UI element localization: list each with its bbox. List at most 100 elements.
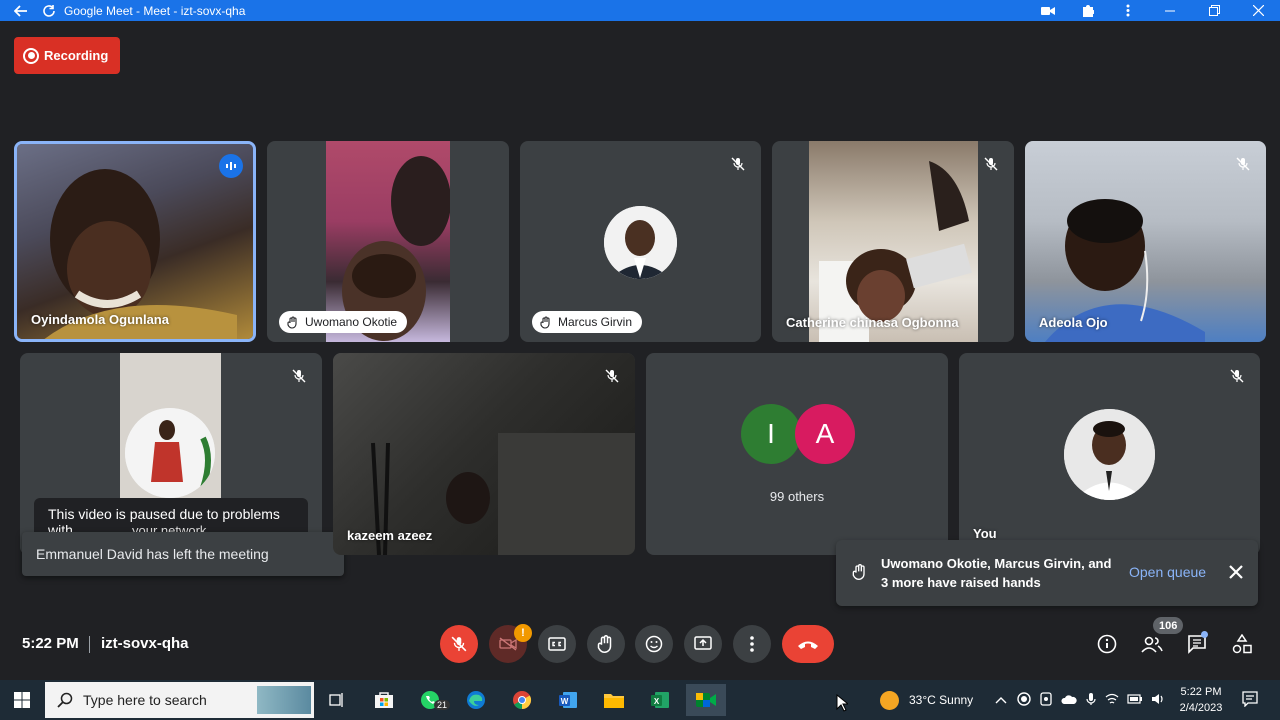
avatar	[125, 408, 215, 498]
store-icon[interactable]	[364, 684, 404, 716]
chrome-icon[interactable]	[502, 684, 542, 716]
meet-app-icon[interactable]	[686, 684, 726, 716]
left-meeting-toast: Emmanuel David has left the meeting	[22, 532, 344, 576]
file-explorer-icon[interactable]	[594, 684, 634, 716]
windows-start-icon[interactable]	[2, 684, 42, 716]
volume-icon[interactable]	[1151, 693, 1165, 708]
search-icon	[57, 692, 73, 708]
svg-text:X: X	[654, 697, 660, 706]
restore-icon[interactable]	[1192, 0, 1236, 21]
more-options-button[interactable]	[733, 625, 771, 663]
present-button[interactable]	[684, 625, 722, 663]
meeting-time: 5:22 PM	[22, 635, 79, 652]
whatsapp-icon[interactable]: 21	[410, 684, 451, 716]
avatar-letter: I	[741, 404, 801, 464]
avatar-letter: A	[795, 404, 855, 464]
open-queue-button[interactable]: Open queue	[1129, 564, 1206, 580]
recording-label: Recording	[44, 48, 109, 63]
mic-toggle-button[interactable]	[440, 625, 478, 663]
participant-name: You	[973, 526, 997, 541]
system-tray	[995, 680, 1165, 720]
recording-badge[interactable]: Recording	[14, 37, 120, 74]
taskbar-clock[interactable]: 5:22 PM 2/4/2023	[1176, 684, 1226, 716]
more-vert-icon[interactable]	[1108, 0, 1148, 21]
meet-window: Google Meet - Meet - izt-sovx-qha Record…	[0, 0, 1280, 720]
participant-video	[809, 141, 978, 342]
mic-off-icon	[601, 365, 623, 387]
minimize-icon[interactable]	[1148, 0, 1192, 21]
record-tray-icon[interactable]	[1017, 691, 1031, 709]
participant-video	[1025, 141, 1266, 342]
participant-tile[interactable]: Adeola Ojo	[1025, 141, 1266, 342]
participant-name: Adeola Ojo	[1039, 315, 1108, 330]
participant-tile[interactable]: kazeem azeez	[333, 353, 635, 555]
raised-hands-message: Uwomano Okotie, Marcus Girvin, and 3 mor…	[881, 556, 1112, 590]
avatar	[604, 206, 677, 279]
onedrive-icon[interactable]	[1061, 693, 1077, 708]
taskbar-date: 2/4/2023	[1179, 702, 1223, 714]
task-view-icon[interactable]	[317, 684, 357, 716]
weather-text: 33°C Sunny	[909, 693, 974, 707]
info-icon[interactable]	[1095, 632, 1119, 656]
wifi-icon[interactable]	[1105, 693, 1119, 708]
raised-hand-icon	[852, 563, 868, 586]
camera-icon[interactable]	[1028, 0, 1068, 21]
participant-name: Uwomano Okotie	[305, 315, 398, 329]
captions-button[interactable]	[538, 625, 576, 663]
windows-taskbar: Type here to search 21 W X 33°C Sunny 5:…	[0, 680, 1280, 720]
excel-icon[interactable]: X	[640, 684, 680, 716]
extensions-icon[interactable]	[1068, 0, 1108, 21]
camera-off-icon	[499, 637, 517, 651]
more-vert-icon	[750, 636, 754, 652]
participant-tile[interactable]: Uwomano Okotie	[267, 141, 509, 342]
reload-icon[interactable]	[42, 0, 56, 21]
title-bar: Google Meet - Meet - izt-sovx-qha	[0, 0, 1280, 21]
battery-icon[interactable]	[1127, 693, 1143, 707]
participant-name: Oyindamola Ogunlana	[31, 312, 169, 327]
participant-tile[interactable]: Marcus Girvin	[520, 141, 761, 342]
svg-text:W: W	[561, 697, 569, 706]
video-paused-toast: This video is paused due to problems wit…	[34, 498, 308, 534]
notifications-icon[interactable]	[1242, 691, 1258, 712]
taskbar-search[interactable]: Type here to search	[45, 682, 314, 718]
mic-tray-icon[interactable]	[1085, 692, 1097, 709]
mic-off-icon	[451, 636, 467, 652]
hang-up-icon	[798, 641, 818, 649]
participant-name: Marcus Girvin	[558, 315, 633, 329]
chevron-up-icon[interactable]	[995, 693, 1007, 707]
edge-icon[interactable]	[456, 684, 496, 716]
camera-alert-badge: !	[514, 624, 532, 642]
others-tile[interactable]: I A 99 others	[646, 353, 948, 555]
word-icon[interactable]: W	[548, 684, 588, 716]
speaking-indicator-icon	[219, 154, 243, 178]
close-icon[interactable]	[1226, 562, 1246, 587]
mic-off-icon	[288, 365, 310, 387]
camera-tray-icon[interactable]	[1039, 691, 1053, 709]
record-icon	[23, 47, 39, 64]
back-arrow-icon[interactable]	[14, 0, 28, 21]
window-title: Google Meet - Meet - izt-sovx-qha	[64, 3, 246, 18]
participant-tile[interactable]: Oyindamola Ogunlana	[14, 141, 256, 342]
people-icon[interactable]	[1140, 632, 1164, 656]
raised-hand-icon	[287, 315, 297, 329]
weather-widget[interactable]: 33°C Sunny	[880, 680, 973, 720]
emoji-icon	[645, 635, 663, 653]
raise-hand-button[interactable]	[587, 625, 625, 663]
participant-video	[333, 353, 635, 555]
reactions-button[interactable]	[635, 625, 673, 663]
participant-tile[interactable]: Catherine chinasa Ogbonna	[772, 141, 1014, 342]
participant-name: Catherine chinasa Ogbonna	[786, 315, 959, 330]
participant-tile[interactable]: You	[959, 353, 1260, 555]
divider	[89, 636, 90, 653]
people-count-badge: 106	[1153, 617, 1184, 634]
search-highlight-image	[257, 686, 311, 714]
close-window-icon[interactable]	[1236, 0, 1280, 21]
chat-unread-dot	[1201, 631, 1208, 638]
raised-hands-toast: Uwomano Okotie, Marcus Girvin, and 3 mor…	[836, 540, 1258, 606]
mic-off-icon	[1232, 153, 1254, 175]
activities-icon[interactable]	[1230, 632, 1254, 656]
mic-off-icon	[1226, 365, 1248, 387]
others-count: 99 others	[769, 489, 825, 504]
whatsapp-count-badge: 21	[434, 700, 451, 710]
leave-call-button[interactable]	[782, 625, 834, 663]
